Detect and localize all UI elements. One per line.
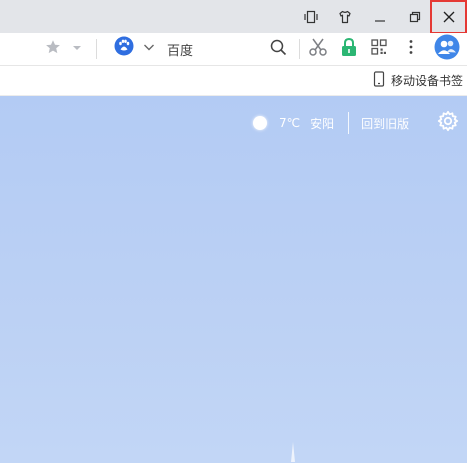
settings-button[interactable] bbox=[437, 110, 459, 136]
close-icon bbox=[443, 11, 455, 23]
more-vertical-icon bbox=[409, 39, 413, 59]
bookmark-dropdown-button[interactable] bbox=[70, 42, 84, 56]
more-menu-button[interactable] bbox=[403, 39, 419, 59]
star-icon bbox=[45, 39, 61, 59]
lock-icon bbox=[339, 37, 359, 61]
tablet-mode-button[interactable] bbox=[293, 0, 329, 33]
minimize-button[interactable] bbox=[362, 0, 398, 33]
new-tab-page: 7℃ 安阳 回到旧版 bbox=[0, 96, 467, 463]
search-icon bbox=[270, 39, 287, 60]
search-button[interactable] bbox=[268, 39, 288, 59]
restore-button[interactable] bbox=[397, 0, 433, 33]
mobile-bookmarks-label: 移动设备书签 bbox=[390, 73, 463, 88]
search-engine-dropdown[interactable] bbox=[141, 41, 157, 57]
bookmark-star-button[interactable] bbox=[44, 40, 62, 58]
security-lock-button[interactable] bbox=[338, 37, 360, 61]
scissors-icon bbox=[308, 37, 328, 61]
qrcode-icon bbox=[371, 39, 387, 59]
weather-city: 安阳 bbox=[310, 116, 335, 131]
restore-icon bbox=[409, 11, 421, 23]
weather-divider bbox=[348, 112, 350, 134]
search-engine-selector[interactable] bbox=[114, 36, 134, 60]
tablet-mode-icon bbox=[304, 10, 318, 24]
mobile-device-icon bbox=[373, 70, 385, 90]
title-bar bbox=[0, 0, 467, 34]
search-engine-name[interactable]: 百度 bbox=[167, 40, 193, 59]
close-button[interactable] bbox=[430, 0, 467, 34]
minimize-icon bbox=[374, 11, 386, 23]
avatar-icon bbox=[434, 34, 460, 64]
old-version-link[interactable]: 回到旧版 bbox=[361, 115, 409, 132]
toolbar: 百度 bbox=[0, 33, 467, 66]
skin-shirt-icon bbox=[338, 10, 352, 24]
mobile-bookmarks-button[interactable]: 移动设备书签 bbox=[373, 70, 463, 90]
background-airplane-graphic bbox=[291, 442, 295, 462]
chevron-down-icon bbox=[72, 42, 82, 57]
skin-button[interactable] bbox=[327, 0, 363, 33]
chevron-down-icon bbox=[143, 41, 155, 57]
weather-temperature: 7℃ bbox=[279, 116, 301, 130]
sun-icon bbox=[253, 116, 267, 130]
bookmark-bar: 移动设备书签 bbox=[0, 66, 467, 96]
baidu-paw-icon bbox=[114, 36, 134, 60]
gear-icon bbox=[437, 110, 459, 136]
toolbar-divider bbox=[96, 39, 97, 59]
qrcode-button[interactable] bbox=[369, 39, 389, 59]
screenshot-button[interactable] bbox=[307, 38, 329, 60]
user-avatar-button[interactable] bbox=[434, 34, 460, 64]
toolbar-divider bbox=[299, 39, 300, 59]
weather-widget[interactable]: 7℃ 安阳 回到旧版 bbox=[253, 112, 409, 134]
